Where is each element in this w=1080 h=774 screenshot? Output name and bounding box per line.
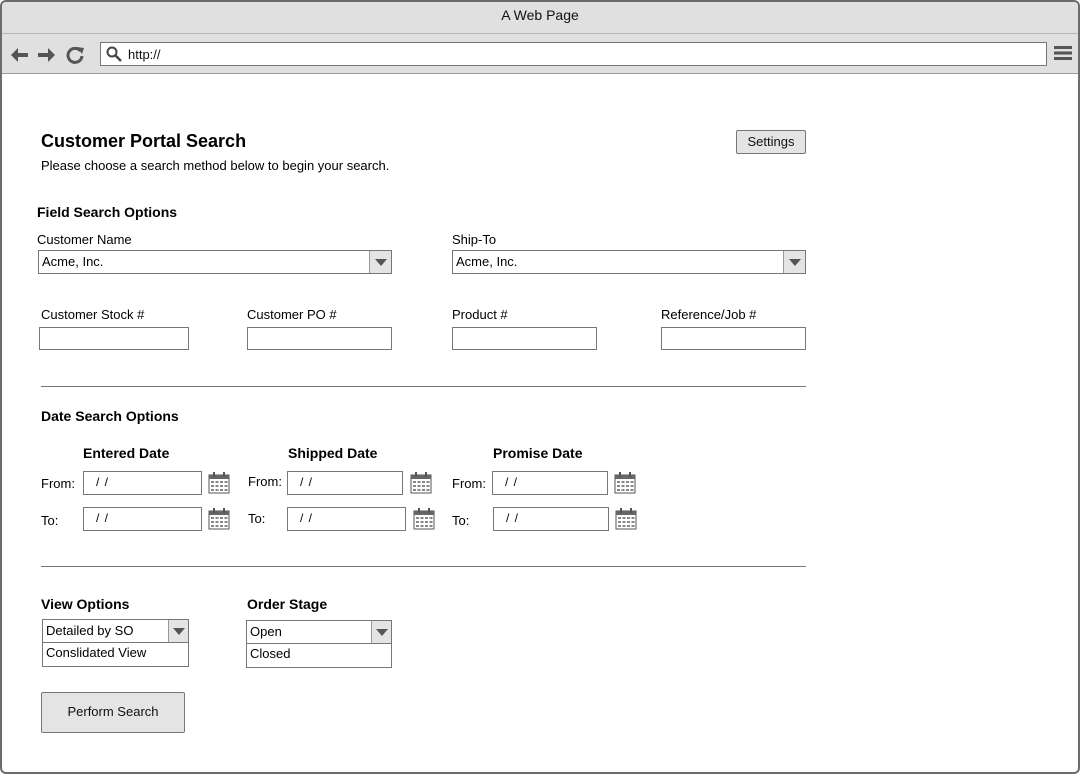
order-stage-listbox[interactable]: Open Closed	[246, 620, 392, 668]
address-bar[interactable]: http://	[100, 42, 1047, 66]
section-divider	[41, 566, 806, 567]
chevron-down-icon[interactable]	[168, 620, 188, 642]
perform-search-button[interactable]: Perform Search	[41, 692, 185, 733]
view-options-listbox[interactable]: Detailed by SO Conslidated View	[42, 619, 189, 667]
settings-button[interactable]: Settings	[736, 130, 806, 154]
date-search-heading: Date Search Options	[41, 408, 179, 424]
calendar-icon[interactable]	[615, 508, 637, 530]
shipped-from-label: From:	[248, 474, 282, 489]
address-text: http://	[128, 47, 161, 62]
promise-date-title: Promise Date	[493, 445, 583, 461]
shipped-to-date-input[interactable]: / /	[287, 507, 406, 531]
view-options-selected[interactable]: Detailed by SO	[43, 620, 188, 643]
forward-arrow-icon[interactable]	[36, 45, 56, 65]
customer-stock-label: Customer Stock #	[41, 307, 145, 322]
view-option-consolidated[interactable]: Conslidated View	[46, 645, 146, 660]
ship-to-value: Acme, Inc.	[456, 254, 518, 269]
section-divider	[41, 386, 806, 387]
shipped-date-title: Shipped Date	[288, 445, 378, 461]
back-arrow-icon[interactable]	[10, 45, 30, 65]
order-stage-selected-value: Open	[250, 624, 282, 639]
window-title: A Web Page	[2, 2, 1078, 34]
chevron-down-icon[interactable]	[369, 251, 391, 273]
calendar-icon[interactable]	[413, 508, 435, 530]
browser-toolbar: http://	[2, 34, 1078, 74]
customer-name-label: Customer Name	[37, 232, 132, 247]
customer-po-input[interactable]	[247, 327, 392, 350]
calendar-icon[interactable]	[208, 508, 230, 530]
reference-job-label: Reference/Job #	[661, 307, 757, 322]
shipped-from-date-input[interactable]: / /	[287, 471, 403, 495]
calendar-icon[interactable]	[410, 472, 432, 494]
entered-to-date-input[interactable]: / /	[83, 507, 202, 531]
search-icon	[106, 46, 122, 62]
reference-job-input[interactable]	[661, 327, 806, 350]
shipped-to-label: To:	[248, 511, 266, 526]
calendar-icon[interactable]	[208, 472, 230, 494]
customer-stock-input[interactable]	[39, 327, 189, 350]
order-stage-option-closed[interactable]: Closed	[250, 646, 290, 661]
view-options-selected-value: Detailed by SO	[46, 623, 134, 638]
order-stage-selected[interactable]: Open	[247, 621, 391, 644]
page-subtitle: Please choose a search method below to b…	[41, 158, 390, 173]
entered-to-label: To:	[41, 513, 59, 528]
product-input[interactable]	[452, 327, 597, 350]
promise-to-label: To:	[452, 513, 470, 528]
field-search-heading: Field Search Options	[37, 204, 178, 220]
promise-from-date-input[interactable]: / /	[492, 471, 608, 495]
page-title: Customer Portal Search	[41, 131, 247, 151]
reload-icon[interactable]	[65, 45, 85, 65]
browser-window: A Web Page http:// Customer Portal Searc…	[0, 0, 1080, 774]
entered-from-label: From:	[41, 476, 75, 491]
chevron-down-icon[interactable]	[783, 251, 805, 273]
product-label: Product #	[452, 307, 508, 322]
entered-date-title: Entered Date	[83, 445, 170, 461]
promise-to-date-input[interactable]: / /	[493, 507, 609, 531]
order-stage-heading: Order Stage	[247, 596, 328, 612]
customer-name-dropdown[interactable]: Acme, Inc.	[38, 250, 392, 274]
entered-from-date-input[interactable]: / /	[83, 471, 202, 495]
customer-name-value: Acme, Inc.	[42, 254, 104, 269]
calendar-icon[interactable]	[614, 472, 636, 494]
view-options-heading: View Options	[41, 596, 130, 612]
hamburger-menu-icon[interactable]	[1054, 45, 1072, 61]
promise-from-label: From:	[452, 476, 486, 491]
customer-po-label: Customer PO #	[247, 307, 337, 322]
ship-to-label: Ship-To	[452, 232, 497, 247]
page-content: Customer Portal Search Please choose a s…	[2, 75, 1078, 772]
chevron-down-icon[interactable]	[371, 621, 391, 643]
ship-to-dropdown[interactable]: Acme, Inc.	[452, 250, 806, 274]
